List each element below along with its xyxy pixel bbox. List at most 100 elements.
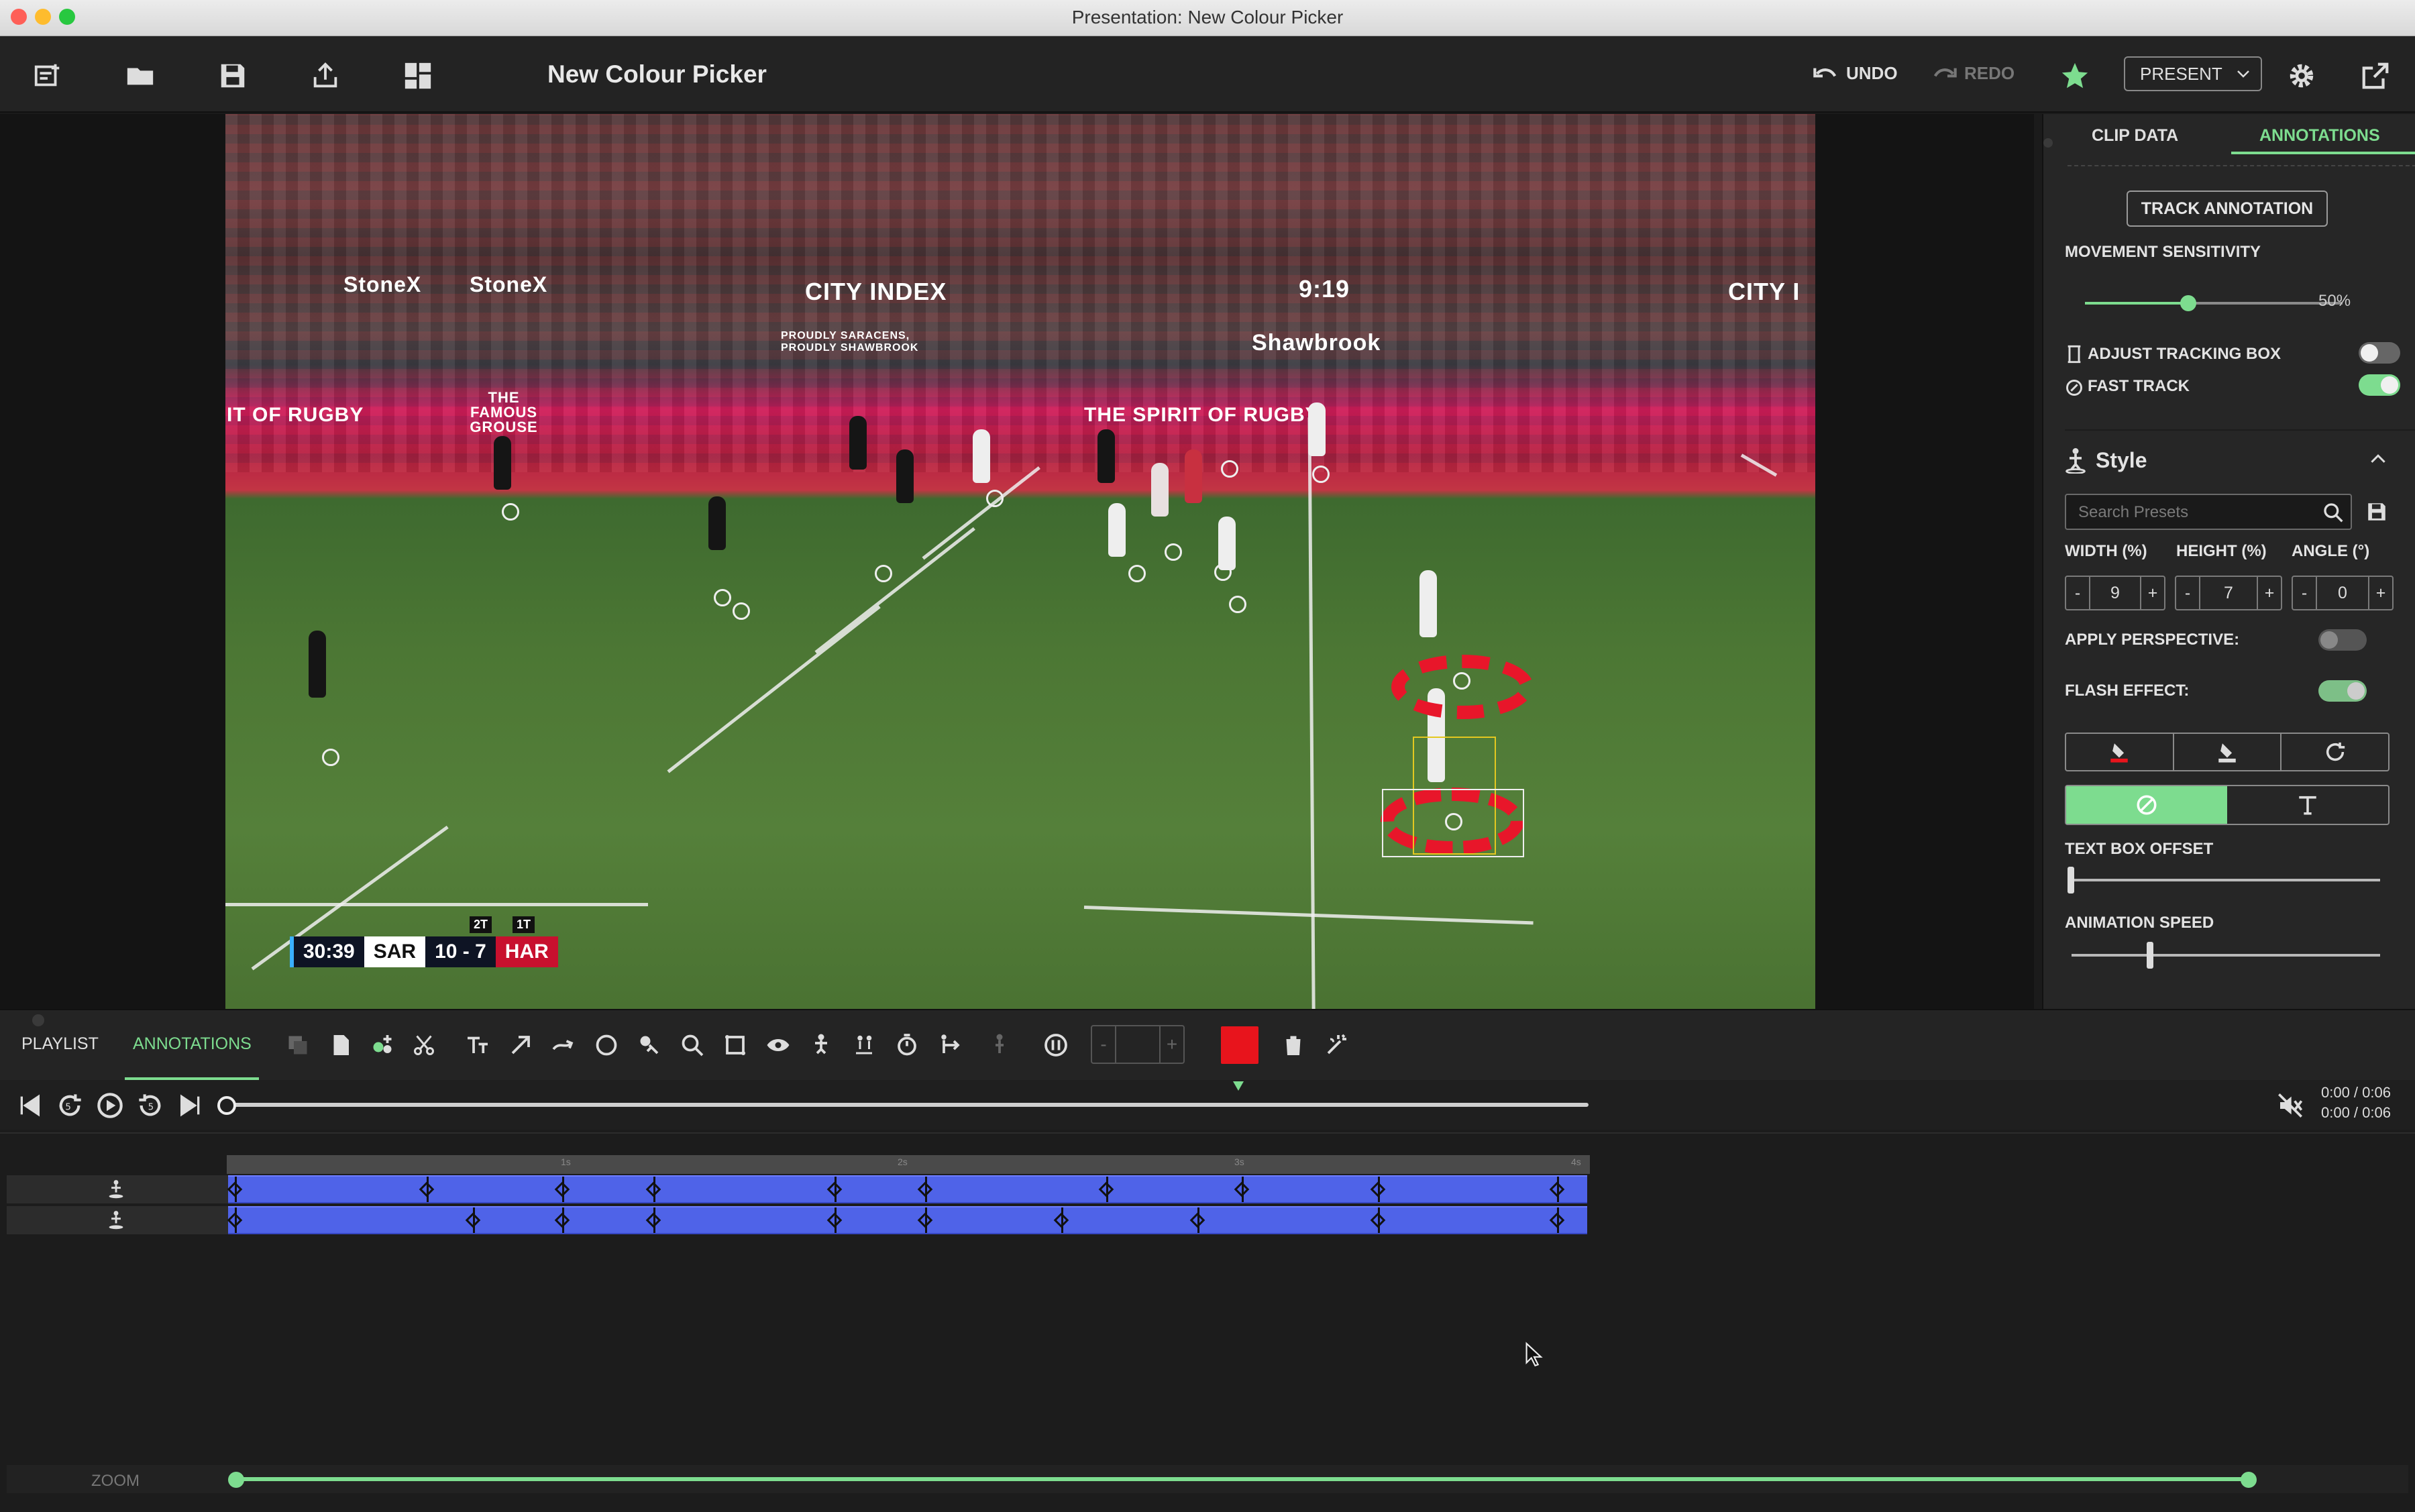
adjust-tracking-box-toggle[interactable] xyxy=(2359,342,2400,364)
tracking-marker[interactable] xyxy=(502,503,519,521)
open-folder-icon[interactable] xyxy=(122,60,158,91)
tracking-marker[interactable] xyxy=(1128,565,1146,582)
movement-sensitivity-knob[interactable] xyxy=(2180,295,2196,311)
apply-perspective-toggle[interactable] xyxy=(2318,629,2367,651)
export-icon[interactable] xyxy=(307,60,343,91)
zoom-range[interactable] xyxy=(236,1477,2247,1481)
keyframe-marker[interactable] xyxy=(826,1212,842,1228)
player-move-tool-icon[interactable] xyxy=(936,1032,963,1059)
width-increment[interactable]: + xyxy=(2140,577,2164,609)
document-name[interactable]: New Colour Picker xyxy=(547,60,767,89)
skip-to-end-icon[interactable] xyxy=(177,1092,204,1119)
keyframe-marker[interactable] xyxy=(227,1181,243,1197)
keyframe-marker[interactable] xyxy=(1370,1181,1386,1197)
mute-icon[interactable] xyxy=(2277,1092,2304,1119)
new-presentation-icon[interactable] xyxy=(30,60,66,91)
player-cutout-tool-icon[interactable] xyxy=(986,1032,1013,1059)
panel-collapse-handle[interactable] xyxy=(2043,138,2053,148)
keyframe-marker[interactable] xyxy=(918,1212,933,1228)
tab-bottom-annotations[interactable]: ANNOTATIONS xyxy=(133,1034,252,1054)
text-box-offset-track[interactable] xyxy=(2072,879,2380,881)
magnifier-tool-icon[interactable] xyxy=(679,1032,706,1059)
polygon-tool-icon[interactable] xyxy=(722,1032,749,1059)
height-increment[interactable]: + xyxy=(2257,577,2281,609)
keyframe-marker[interactable] xyxy=(465,1212,480,1228)
border-colour-button[interactable] xyxy=(2174,734,2282,770)
width-value[interactable]: 9 xyxy=(2090,577,2140,609)
keyframe-marker[interactable] xyxy=(1098,1181,1114,1197)
keyframe-marker[interactable] xyxy=(1370,1212,1386,1228)
width-stepper[interactable]: - 9 + xyxy=(2065,576,2165,610)
animation-speed-knob[interactable] xyxy=(2147,942,2153,969)
duration-stepper[interactable]: - + xyxy=(1091,1025,1185,1064)
angle-value[interactable]: 0 xyxy=(2317,577,2368,609)
keyframe-marker[interactable] xyxy=(826,1181,842,1197)
scrubber-track[interactable] xyxy=(227,1103,1589,1107)
undo-button[interactable]: UNDO xyxy=(1813,63,1898,84)
track-header[interactable] xyxy=(7,1175,228,1203)
copy-icon[interactable] xyxy=(284,1032,311,1059)
keyframe-marker[interactable] xyxy=(918,1181,933,1197)
video-frame[interactable]: StoneX StoneX CITY INDEX 9:19 CITY I Sha… xyxy=(225,114,1815,1009)
play-icon[interactable] xyxy=(97,1092,123,1119)
tab-clip-data[interactable]: CLIP DATA xyxy=(2092,126,2178,146)
width-decrement[interactable]: - xyxy=(2066,577,2090,609)
favorite-star-icon[interactable] xyxy=(2057,60,2093,91)
magic-wand-icon[interactable] xyxy=(1323,1032,1350,1059)
tracking-marker[interactable] xyxy=(1453,672,1470,690)
paste-icon[interactable] xyxy=(327,1032,354,1059)
angle-decrement[interactable]: - xyxy=(2293,577,2317,609)
keyframe-marker[interactable] xyxy=(1550,1212,1565,1228)
keyframe-marker[interactable] xyxy=(1189,1212,1205,1228)
playhead-marker-icon[interactable] xyxy=(1232,1080,1245,1092)
track-annotation-button[interactable]: TRACK ANNOTATION xyxy=(2127,191,2328,227)
tab-playlist[interactable]: PLAYLIST xyxy=(21,1034,99,1054)
height-decrement[interactable]: - xyxy=(2176,577,2200,609)
keyframe-marker[interactable] xyxy=(1053,1212,1069,1228)
delete-trash-icon[interactable] xyxy=(1280,1032,1307,1059)
animation-speed-track[interactable] xyxy=(2072,954,2380,957)
duration-value[interactable] xyxy=(1116,1026,1159,1063)
add-layer-icon[interactable] xyxy=(369,1032,396,1059)
preset-search-field[interactable]: Search Presets xyxy=(2065,494,2352,530)
curved-arrow-tool-icon[interactable] xyxy=(550,1032,577,1059)
tracking-marker[interactable] xyxy=(1165,543,1182,561)
angle-increment[interactable]: + xyxy=(2368,577,2392,609)
track-header[interactable] xyxy=(7,1206,228,1234)
duration-decrement[interactable]: - xyxy=(1092,1026,1116,1063)
zoom-end-handle[interactable] xyxy=(2241,1472,2257,1488)
height-stepper[interactable]: - 7 + xyxy=(2175,576,2282,610)
open-external-icon[interactable] xyxy=(2357,60,2394,91)
height-value[interactable]: 7 xyxy=(2200,577,2257,609)
keyframe-marker[interactable] xyxy=(645,1181,661,1197)
layout-grid-icon[interactable] xyxy=(400,60,436,91)
keyframe-marker[interactable] xyxy=(555,1212,570,1228)
flash-effect-toggle[interactable] xyxy=(2318,680,2367,702)
redo-button[interactable]: REDO xyxy=(1931,63,2015,84)
text-tool-icon[interactable] xyxy=(464,1032,491,1059)
keyframe-marker[interactable] xyxy=(227,1212,243,1228)
angle-stepper[interactable]: - 0 + xyxy=(2292,576,2394,610)
pause-icon[interactable] xyxy=(1042,1032,1069,1059)
tab-annotations[interactable]: ANNOTATIONS xyxy=(2259,126,2380,146)
keyframe-marker[interactable] xyxy=(419,1181,435,1197)
save-icon[interactable] xyxy=(215,60,251,91)
keyframe-marker[interactable] xyxy=(1234,1181,1250,1197)
skip-to-start-icon[interactable] xyxy=(16,1092,43,1119)
chevron-up-icon[interactable] xyxy=(2368,451,2388,467)
time-ruler[interactable]: 1s 2s 3s 4s xyxy=(227,1155,1590,1174)
eye-tool-icon[interactable] xyxy=(765,1032,792,1059)
annotation-track[interactable] xyxy=(227,1175,1587,1203)
rewind-5s-icon[interactable]: 5 xyxy=(56,1092,83,1119)
spotlight-tool-icon[interactable] xyxy=(636,1032,663,1059)
text-box-offset-knob[interactable] xyxy=(2068,867,2074,894)
zoom-start-handle[interactable] xyxy=(228,1472,244,1488)
tracking-marker[interactable] xyxy=(714,589,731,606)
arrow-tool-icon[interactable] xyxy=(507,1032,534,1059)
fill-colour-button[interactable] xyxy=(2066,734,2174,770)
timer-tool-icon[interactable] xyxy=(894,1032,920,1059)
tracking-marker[interactable] xyxy=(875,565,892,582)
reset-colour-button[interactable] xyxy=(2282,734,2388,770)
scrubber-knob[interactable] xyxy=(217,1096,236,1115)
tracking-marker[interactable] xyxy=(322,749,339,766)
